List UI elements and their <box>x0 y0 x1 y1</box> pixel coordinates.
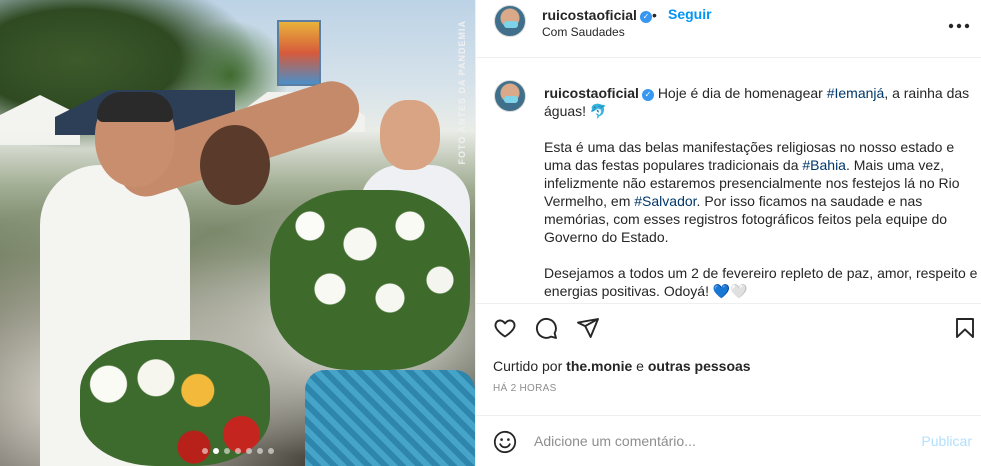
hashtag-salvador[interactable]: #Salvador <box>634 193 696 209</box>
photo-watermark: FOTO ANTES DA PANDEMIA <box>457 20 467 165</box>
heart-icon[interactable] <box>493 316 517 345</box>
action-bar <box>476 303 981 351</box>
hearts-emoji: 💙🤍 <box>712 283 748 299</box>
avatar-mask <box>504 96 518 103</box>
likes-prefix: Curtido por <box>493 358 567 374</box>
carousel-dot[interactable] <box>201 448 208 454</box>
post-photo[interactable]: FOTO ANTES DA PANDEMIA <box>0 0 475 466</box>
likes-middle: e <box>632 358 648 374</box>
verified-icon: ✓ <box>639 11 652 23</box>
caption-line1: Hoje é dia de homenagear <box>657 85 827 101</box>
likes-others[interactable]: outras pessoas <box>648 358 751 374</box>
bookmark-icon-svg <box>956 318 974 338</box>
bookmark-icon[interactable] <box>953 316 977 345</box>
post-panel: ruicostaoficial ✓ • Seguir Com Saudades r… <box>475 0 981 466</box>
photo-roses <box>270 190 470 370</box>
comment-icon[interactable] <box>534 316 558 345</box>
hashtag-iemanja[interactable]: #Iemanjá <box>827 85 885 101</box>
likes-summary: Curtido por the.monie e outras pessoas <box>493 358 751 374</box>
photo-man2-head <box>380 100 440 170</box>
caption-p3: Desejamos a todos um 2 de fevereiro repl… <box>544 265 978 299</box>
carousel-dot[interactable] <box>267 448 274 454</box>
caption-area: ruicostaoficial ✓ Hoje é dia de homenagea… <box>476 72 981 302</box>
follow-button[interactable]: Seguir <box>668 6 712 22</box>
share-icon[interactable] <box>576 316 600 345</box>
caption-text: ruicostaoficial ✓ Hoje é dia de homenagea… <box>544 84 980 302</box>
caption-username[interactable]: ruicostaoficial <box>544 85 639 101</box>
more-options-icon-svg <box>948 23 970 29</box>
publish-button[interactable]: Publicar <box>921 433 972 449</box>
post-header: ruicostaoficial ✓ • Seguir Com Saudades <box>476 0 981 58</box>
carousel-dot[interactable] <box>256 448 263 454</box>
photo-man-hair <box>97 92 173 122</box>
more-options-icon[interactable] <box>948 12 970 35</box>
carousel-dot-active[interactable] <box>212 448 219 454</box>
photo-woman <box>200 125 270 205</box>
share-icon-svg <box>577 318 599 338</box>
carousel-dot[interactable] <box>245 448 252 454</box>
header-username[interactable]: ruicostaoficial ✓ <box>542 7 652 23</box>
verified-icon: ✓ <box>641 89 654 101</box>
photo-poster <box>277 20 321 86</box>
likes-user[interactable]: the.monie <box>566 358 632 374</box>
carousel-dot[interactable] <box>234 448 241 454</box>
comment-icon-svg <box>535 317 557 339</box>
comment-bar: Publicar <box>476 415 981 466</box>
hashtag-bahia[interactable]: #Bahia <box>802 157 846 173</box>
avatar-mask <box>504 21 518 28</box>
carousel-dot[interactable] <box>223 448 230 454</box>
separator-dot: • <box>652 7 657 23</box>
emoji-icon-svg <box>493 430 517 454</box>
avatar[interactable] <box>494 5 526 37</box>
comment-input[interactable] <box>534 431 914 451</box>
carousel-dots <box>0 448 475 454</box>
avatar[interactable] <box>494 80 526 112</box>
location-link[interactable]: Com Saudades <box>542 25 625 39</box>
post-timestamp[interactable]: HÁ 2 HORAS <box>493 383 557 394</box>
emoji-icon[interactable] <box>493 430 517 454</box>
username-text[interactable]: ruicostaoficial <box>542 7 637 23</box>
heart-icon-svg <box>494 319 516 338</box>
